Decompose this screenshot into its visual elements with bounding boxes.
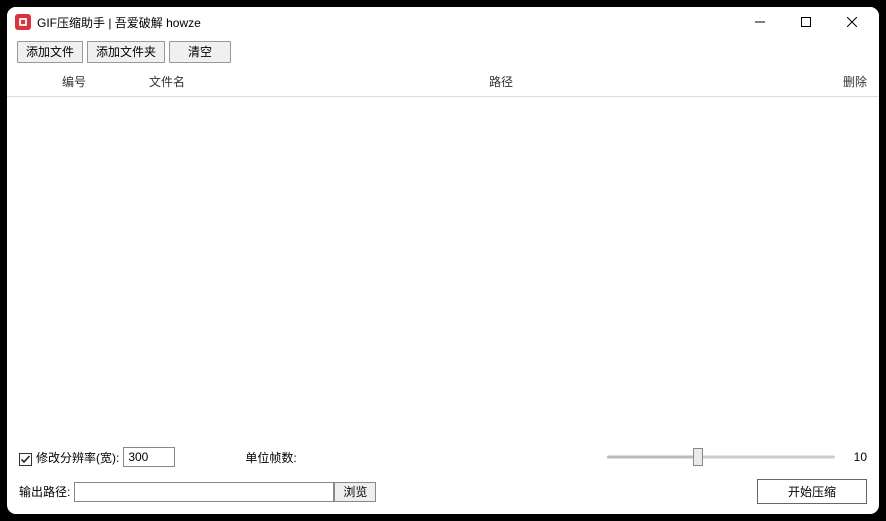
frames-value: 10 [847, 450, 867, 464]
frames-label: 单位帧数: [245, 449, 296, 466]
close-button[interactable] [829, 7, 875, 37]
toolbar: 添加文件 添加文件夹 清空 [7, 37, 879, 69]
clear-button[interactable]: 清空 [169, 41, 231, 63]
titlebar: GIF压缩助手 | 吾爱破解 howze [7, 7, 879, 37]
frames-slider[interactable] [607, 447, 835, 467]
app-window: GIF压缩助手 | 吾爱破解 howze 添加文件 添加文件夹 清空 编号 文件… [6, 6, 880, 515]
window-title: GIF压缩助手 | 吾爱破解 howze [37, 14, 201, 31]
slider-thumb[interactable] [693, 448, 703, 466]
add-folder-button[interactable]: 添加文件夹 [87, 41, 165, 63]
resize-label: 修改分辨率(宽): [36, 449, 119, 466]
resize-checkbox[interactable] [19, 453, 32, 466]
col-delete: 删除 [807, 73, 867, 90]
maximize-button[interactable] [783, 7, 829, 37]
resize-width-input[interactable] [123, 447, 175, 467]
add-file-button[interactable]: 添加文件 [17, 41, 83, 63]
output-path-input[interactable] [74, 482, 334, 502]
col-number: 编号 [19, 73, 129, 90]
output-row: 输出路径: 浏览 开始压缩 [7, 471, 879, 514]
start-compress-button[interactable]: 开始压缩 [757, 479, 867, 504]
minimize-button[interactable] [737, 7, 783, 37]
controls-row: 修改分辨率(宽): 单位帧数: 10 [7, 440, 879, 471]
browse-button[interactable]: 浏览 [334, 482, 376, 502]
output-label: 输出路径: [19, 483, 70, 500]
file-list [7, 97, 879, 440]
table-header: 编号 文件名 路径 删除 [7, 69, 879, 97]
app-icon [15, 14, 31, 30]
col-filename: 文件名 [129, 73, 429, 90]
col-path: 路径 [429, 73, 807, 90]
